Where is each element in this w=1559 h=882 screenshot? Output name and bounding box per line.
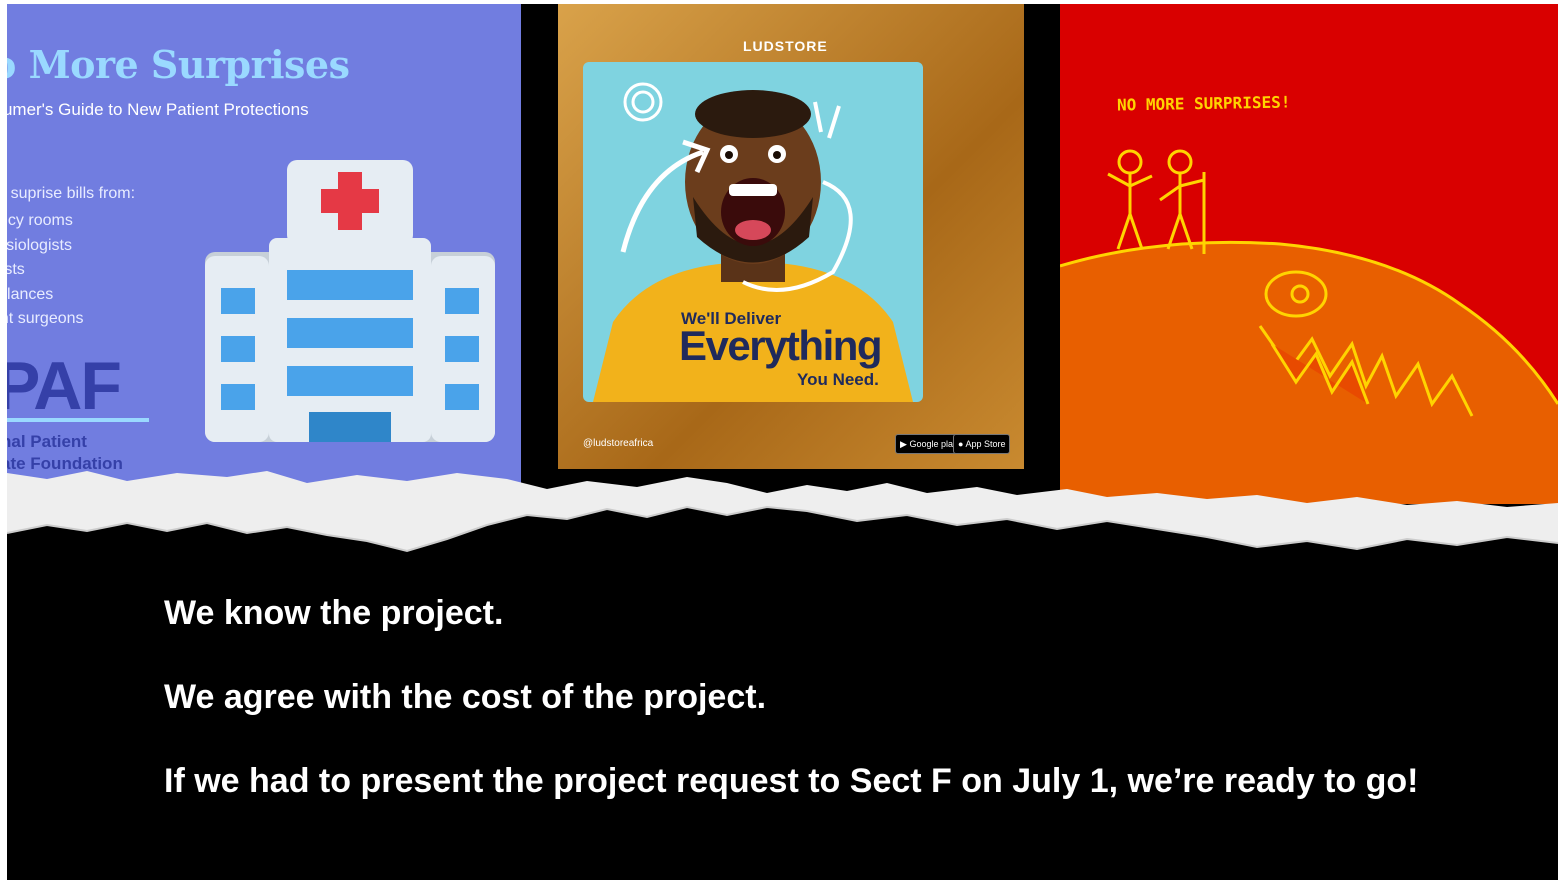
guide-subtitle: nsumer's Guide to New Patient Protection…	[7, 100, 309, 119]
statement-line-3: If we had to present the project request…	[164, 762, 1419, 800]
hill-monster-illustration	[1060, 149, 1558, 504]
slide: o More Surprises nsumer's Guide to New P…	[7, 4, 1558, 880]
headline-line-2: Everything	[679, 322, 883, 369]
guide-intro: ore suprise bills from:	[7, 185, 136, 202]
play-icon: ▶	[900, 439, 907, 449]
foundation-name-line-1: nal Patient	[7, 432, 87, 451]
list-item: iologists	[7, 261, 25, 278]
headline-line-3: You Need.	[797, 370, 879, 389]
panel-delivery-ad: LUDSTORE We'll Deliver Everything You Ne…	[521, 4, 1060, 504]
app-store-badge: ● App Store	[953, 434, 1011, 454]
list-item: esthesiologists	[7, 236, 72, 254]
panel-hand-drawn: NO MORE SURPRISES!	[1060, 4, 1558, 504]
statement-line-1: We know the project.	[164, 594, 504, 632]
google-play-label: Google play	[909, 439, 958, 449]
ludstore-logo: LUDSTORE	[743, 38, 828, 54]
statement-line-2: We agree with the cost of the project.	[164, 678, 767, 716]
guide-list: ergency rooms esthesiologists iologists …	[7, 209, 84, 332]
torn-paper-divider	[7, 471, 1558, 553]
hospital-icon	[205, 160, 495, 442]
handwritten-caption: NO MORE SURPRISES!	[1116, 92, 1291, 115]
guide-title: o More Surprises	[7, 42, 350, 87]
panel-consumer-guide: o More Surprises nsumer's Guide to New P…	[7, 4, 521, 504]
list-item: ergency rooms	[7, 212, 73, 229]
list-item: ambulances	[7, 285, 54, 303]
apple-icon: ●	[958, 439, 964, 449]
app-store-label: App Store	[965, 439, 1006, 449]
foundation-logo: PAF	[7, 348, 122, 424]
social-handle: @ludstoreafrica	[583, 438, 654, 449]
logo-underline	[7, 418, 149, 422]
list-item: sistant surgeons	[7, 310, 84, 327]
body-text: We know the project. We agree with the c…	[164, 594, 1474, 800]
